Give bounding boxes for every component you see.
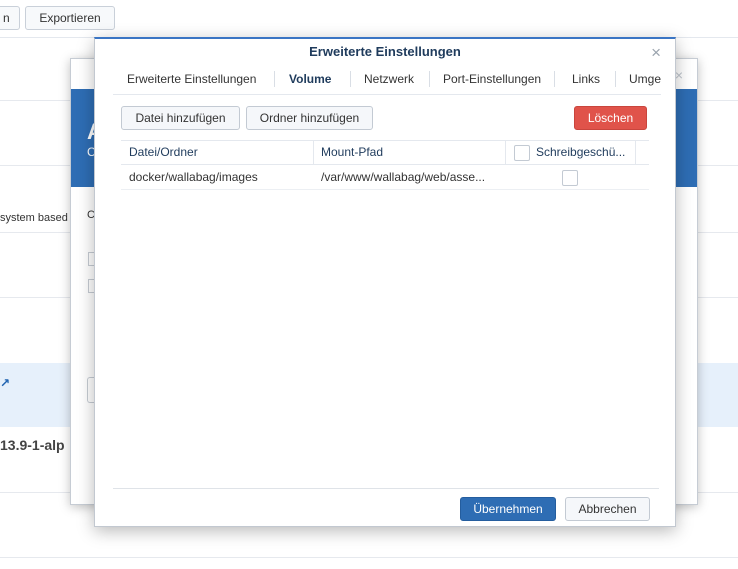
cancel-button[interactable]: Abbrechen (565, 497, 650, 521)
tab-port-settings[interactable]: Port-Einstellungen (429, 67, 555, 94)
tab-separator (554, 71, 555, 87)
tab-advanced-settings[interactable]: Erweiterte Einstellungen (113, 67, 270, 94)
apply-button[interactable]: Übernehmen (460, 497, 556, 521)
external-link-icon: ↗ (0, 376, 11, 390)
column-separator (505, 141, 506, 165)
tab-links[interactable]: Links (558, 67, 614, 94)
column-header-mount-path[interactable]: Mount-Pfad (321, 141, 501, 165)
cell-mount-path: /var/www/wallabag/web/asse... (321, 170, 486, 184)
close-icon[interactable]: × (651, 43, 661, 63)
background-divider (0, 557, 738, 558)
tab-network[interactable]: Netzwerk (350, 67, 428, 94)
column-header-file-folder[interactable]: Datei/Ordner (129, 141, 309, 165)
tab-volume[interactable]: Volume (275, 67, 345, 94)
column-separator (313, 141, 314, 165)
select-all-read-only-checkbox[interactable] (514, 145, 530, 161)
tab-bar: Erweiterte Einstellungen Volume Netzwerk… (113, 67, 661, 95)
table-row[interactable]: docker/wallabag/images /var/www/wallabag… (121, 165, 649, 190)
cell-file-folder: docker/wallabag/images (129, 170, 258, 184)
background-version-text: 13.9-1-alp (0, 437, 65, 453)
background-row-text: system based o (0, 212, 78, 224)
export-button[interactable]: Exportieren (25, 6, 115, 30)
footer-divider (113, 488, 659, 489)
delete-button[interactable]: Löschen (574, 106, 647, 130)
column-separator (635, 141, 636, 165)
close-icon[interactable]: × (675, 67, 683, 83)
add-folder-button[interactable]: Ordner hinzufügen (246, 106, 373, 130)
read-only-checkbox[interactable] (562, 170, 578, 186)
advanced-settings-dialog: Erweiterte Einstellungen × Erweiterte Ei… (94, 37, 676, 527)
background-button-partial[interactable]: n (0, 6, 20, 30)
column-header-read-only[interactable]: Schreibgeschü... (536, 141, 636, 165)
tab-environment[interactable]: Umge (615, 67, 661, 94)
table-header: Datei/Ordner Mount-Pfad Schreibgeschü... (121, 140, 649, 165)
background-toolbar: n Exportieren (0, 0, 738, 38)
add-file-button[interactable]: Datei hinzufügen (121, 106, 240, 130)
dialog-title: Erweiterte Einstellungen (309, 44, 461, 59)
volume-table: Datei/Ordner Mount-Pfad Schreibgeschü...… (121, 140, 649, 190)
